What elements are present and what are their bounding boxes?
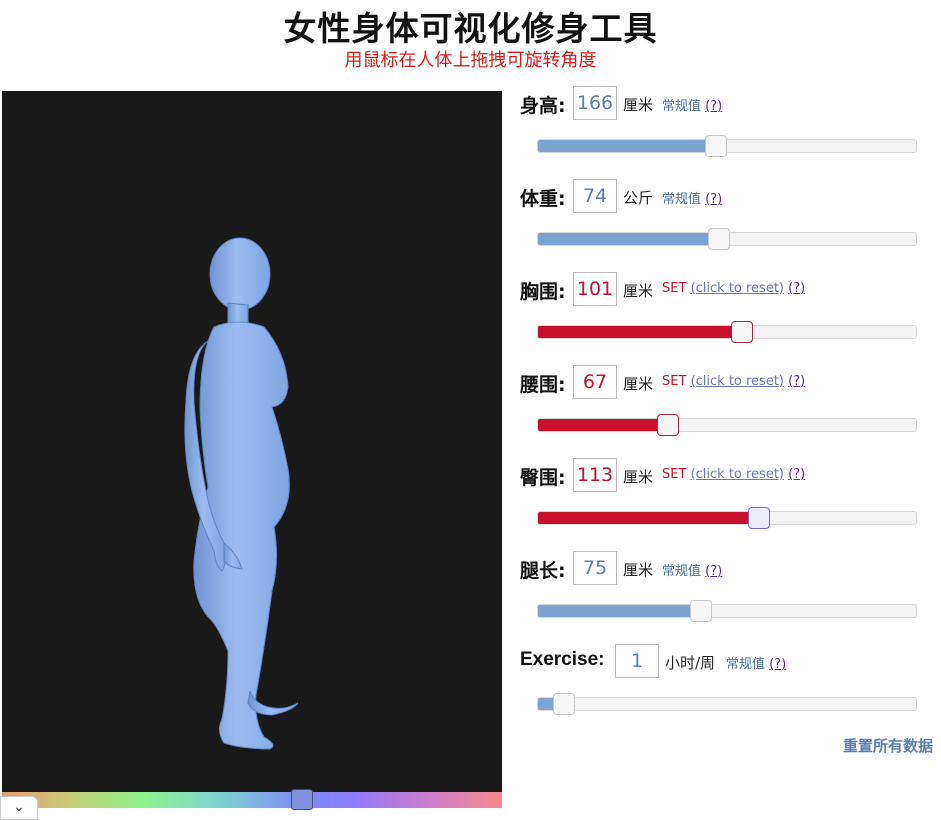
inseam-unit: 厘米: [623, 561, 654, 579]
bust-row: 胸围: 101 厘米 SET (click to reset) (?): [520, 272, 935, 308]
hips-input[interactable]: 113: [573, 458, 617, 492]
hips-note: SET (click to reset) (?): [662, 467, 805, 482]
weight-help-link[interactable]: (?): [705, 192, 722, 207]
height-help-link[interactable]: (?): [705, 99, 722, 114]
hips-slider-fill: [538, 512, 760, 524]
waist-slider-knob[interactable]: [657, 414, 680, 436]
hips-row: 臀围: 113 厘米 SET (click to reset) (?): [520, 458, 935, 494]
weight-slider-fill: [538, 233, 720, 245]
body-3d-viewer[interactable]: [2, 91, 502, 792]
inseam-slider-fill: [538, 605, 701, 617]
exercise-note: 常规值 (?): [726, 653, 786, 672]
height-input[interactable]: 166: [573, 86, 617, 120]
waist-slider-fill: [538, 419, 669, 431]
page-title: 女性身体可视化修身工具: [283, 9, 658, 48]
exercise-slider[interactable]: [537, 693, 917, 715]
waist-label: 腰围:: [520, 374, 566, 396]
inseam-help-link[interactable]: (?): [705, 564, 722, 579]
waist-note: SET (click to reset) (?): [662, 374, 805, 389]
exercise-input[interactable]: 1: [615, 644, 659, 678]
inseam-normal-text: 常规值: [662, 564, 702, 579]
bust-reset-link[interactable]: (click to reset): [691, 281, 784, 296]
height-unit: 厘米: [623, 96, 654, 114]
exercise-slider-knob[interactable]: [553, 693, 576, 715]
body-model[interactable]: [2, 91, 502, 792]
weight-slider[interactable]: [537, 228, 917, 250]
weight-label: 体重:: [520, 188, 566, 210]
page-subtitle: 用鼠标在人体上拖拽可旋转角度: [344, 50, 597, 71]
bust-slider[interactable]: [537, 321, 917, 343]
waist-input[interactable]: 67: [573, 365, 617, 399]
height-row: 身高: 166 厘米 常规值 (?): [520, 86, 935, 122]
bust-help-link[interactable]: (?): [788, 281, 805, 296]
height-slider-knob[interactable]: [704, 135, 727, 157]
weight-row: 体重: 74 公斤 常规值 (?): [520, 179, 935, 215]
bust-slider-fill: [538, 326, 743, 338]
weight-normal-text: 常规值: [662, 192, 702, 207]
inseam-slider-knob[interactable]: [689, 600, 712, 622]
hips-unit: 厘米: [623, 468, 654, 486]
exercise-row: Exercise: 1 小时/周 常规值 (?): [520, 644, 935, 680]
inseam-row: 腿长: 75 厘米 常规值 (?): [520, 551, 935, 587]
weight-unit: 公斤: [623, 189, 654, 207]
inseam-label: 腿长:: [520, 560, 566, 582]
inseam-input[interactable]: 75: [573, 551, 617, 585]
height-slider[interactable]: [537, 135, 917, 157]
height-slider-fill: [538, 140, 716, 152]
bust-set-text: SET: [662, 281, 687, 296]
exercise-help-link[interactable]: (?): [769, 657, 786, 672]
waist-reset-link[interactable]: (click to reset): [691, 374, 784, 389]
waist-slider[interactable]: [537, 414, 917, 436]
weight-note: 常规值 (?): [662, 188, 722, 207]
color-slider-knob[interactable]: [291, 789, 313, 810]
weight-input[interactable]: 74: [573, 179, 617, 213]
hips-slider-knob[interactable]: [748, 507, 771, 529]
bust-label: 胸围:: [520, 281, 566, 303]
exercise-unit: 小时/周: [665, 654, 716, 672]
chevron-down-icon[interactable]: ⌄: [0, 796, 38, 820]
hips-set-text: SET: [662, 467, 687, 482]
inseam-slider[interactable]: [537, 600, 917, 622]
inseam-note: 常规值 (?): [662, 560, 722, 579]
bust-input[interactable]: 101: [573, 272, 617, 306]
reset-all-button[interactable]: 重置所有数据: [843, 735, 933, 756]
waist-unit: 厘米: [623, 375, 654, 393]
hips-reset-link[interactable]: (click to reset): [691, 467, 784, 482]
exercise-label: Exercise:: [520, 649, 605, 670]
hips-help-link[interactable]: (?): [788, 467, 805, 482]
exercise-normal-text: 常规值: [726, 657, 766, 672]
waist-set-text: SET: [662, 374, 687, 389]
bust-note: SET (click to reset) (?): [662, 281, 805, 296]
weight-slider-knob[interactable]: [708, 228, 731, 250]
height-note: 常规值 (?): [662, 95, 722, 114]
bust-unit: 厘米: [623, 282, 654, 300]
hips-slider[interactable]: [537, 507, 917, 529]
model-color-slider[interactable]: [2, 789, 502, 810]
height-label: 身高:: [520, 95, 566, 117]
hips-label: 臀围:: [520, 467, 566, 489]
bust-slider-knob[interactable]: [731, 321, 754, 343]
height-normal-text: 常规值: [662, 99, 702, 114]
waist-help-link[interactable]: (?): [788, 374, 805, 389]
waist-row: 腰围: 67 厘米 SET (click to reset) (?): [520, 365, 935, 401]
